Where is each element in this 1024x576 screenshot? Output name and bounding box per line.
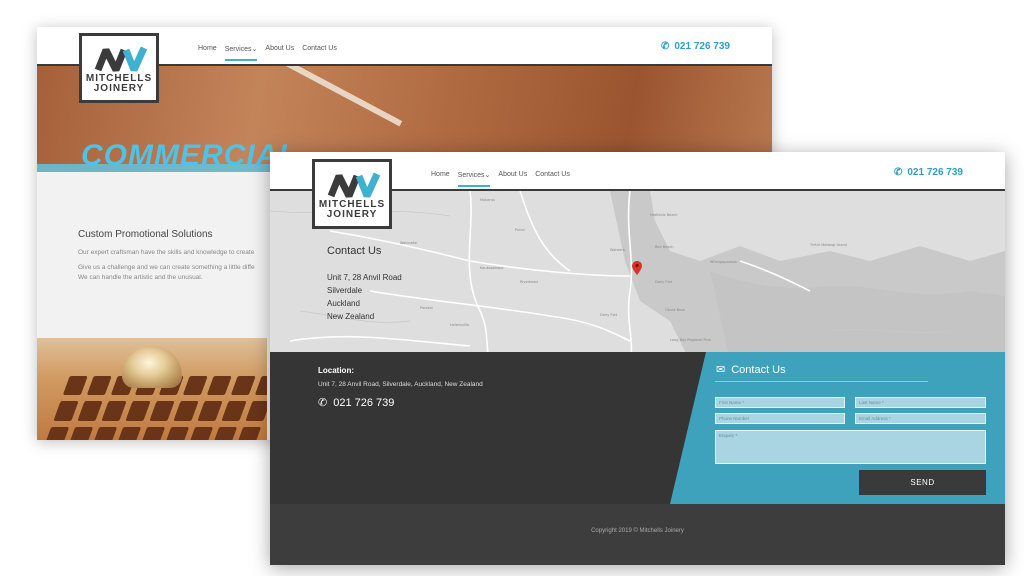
email-field[interactable]: Email Address *: [855, 413, 986, 424]
footer-phone-number: 021 726 739: [333, 396, 395, 409]
contact-form-title: ✉ Contact Us: [716, 363, 786, 377]
svg-text:Dairy Flat: Dairy Flat: [600, 313, 618, 317]
site-logo[interactable]: MITCHELLS JOINERY: [79, 33, 159, 103]
mv-logo-mark-icon: [327, 172, 381, 198]
contact-form-title-text: Contact Us: [731, 363, 786, 376]
intro-paragraph-2b: We can handle the artistic and the unusu…: [78, 273, 203, 281]
svg-text:Hatfields Beach: Hatfields Beach: [650, 213, 677, 217]
address-line-4: New Zealand: [327, 312, 375, 321]
phone-number-field[interactable]: Phone Number: [715, 413, 845, 424]
header-phone[interactable]: ✆ 021 726 739: [661, 41, 730, 52]
enquiry-field[interactable]: Enquiry *: [715, 430, 986, 464]
logo-line-2: JOINERY: [93, 83, 145, 94]
svg-text:Red Beach: Red Beach: [655, 245, 674, 249]
nav-about-us[interactable]: About Us: [498, 171, 527, 179]
svg-text:Kaukapakapa: Kaukapakapa: [480, 266, 504, 270]
address-line-2: Silverdale: [327, 286, 363, 295]
nav-services[interactable]: Services⌄: [457, 171, 490, 187]
location-block: Location: Unit 7, 28 Anvil Road, Silverd…: [318, 366, 483, 409]
glass-object: [122, 346, 182, 388]
product-image: [37, 338, 267, 440]
nav-services-label: Services: [224, 46, 252, 53]
nav-services-label: Services: [457, 172, 485, 179]
header-phone-number: 021 726 739: [907, 167, 963, 178]
nav-services[interactable]: Services⌄: [224, 45, 257, 61]
nav-home[interactable]: Home: [198, 45, 217, 53]
phone-icon: ✆: [660, 41, 670, 52]
svg-text:Tiritiri Matangi Island: Tiritiri Matangi Island: [809, 243, 847, 247]
logo-wordmark: MITCHELLS JOINERY: [86, 74, 152, 100]
address-line-1: Unit 7, 28 Anvil Road: [327, 273, 402, 282]
nav-contact-us[interactable]: Contact Us: [302, 45, 337, 53]
hero-title: COMMERCIAL: [81, 139, 298, 172]
send-button[interactable]: SEND: [859, 470, 986, 495]
envelope-icon: ✉: [716, 364, 726, 376]
intro-paragraph-2a: Give us a challenge and we can create so…: [78, 263, 255, 271]
last-name-field[interactable]: Last Name *: [855, 397, 986, 408]
nav-home[interactable]: Home: [431, 171, 450, 179]
location-address: Unit 7, 28 Anvil Road, Silverdale, Auckl…: [318, 381, 483, 388]
header-phone-number: 021 726 739: [674, 41, 730, 52]
main-nav: Home Services⌄ About Us Contact Us: [198, 45, 337, 61]
svg-text:Puhoi: Puhoi: [515, 228, 525, 232]
phone-icon: ✆: [893, 167, 903, 178]
nav-contact-us[interactable]: Contact Us: [535, 171, 570, 179]
map-contact-title: Contact Us: [327, 245, 382, 257]
site-logo[interactable]: MITCHELLS JOINERY: [312, 159, 392, 229]
svg-text:Riverhead: Riverhead: [520, 280, 538, 284]
form-divider: [715, 381, 928, 382]
address-line-3: Auckland: [327, 299, 360, 308]
hero-stripe: [267, 66, 403, 127]
svg-text:Whangaparaoa: Whangaparaoa: [710, 260, 737, 264]
svg-text:Dairy Flat: Dairy Flat: [655, 280, 673, 284]
svg-text:Makarau: Makarau: [480, 198, 495, 202]
svg-text:Helensville: Helensville: [450, 323, 469, 327]
svg-text:Okura Bush: Okura Bush: [665, 308, 685, 312]
copyright-text: Copyright 2019 © Mitchells Joinery: [591, 528, 684, 534]
svg-text:Parakai: Parakai: [420, 306, 433, 310]
mockup-stage: Home Services⌄ About Us Contact Us ✆ 021…: [0, 0, 1024, 576]
svg-text:Long Bay Regional Park: Long Bay Regional Park: [670, 338, 712, 342]
footer-bottom-bar: [270, 504, 1005, 565]
header-phone[interactable]: ✆ 021 726 739: [894, 167, 963, 178]
contact-page-window: Makarau Puhoi Kaukapakapa Waiwera Hatfie…: [270, 152, 1005, 565]
map-contact-card: Contact Us Unit 7, 28 Anvil Road Silverd…: [327, 245, 402, 323]
mv-logo-mark-icon: [94, 46, 148, 72]
logo-line-2: JOINERY: [326, 209, 378, 220]
nav-about-us[interactable]: About Us: [265, 45, 294, 53]
logo-wordmark: MITCHELLS JOINERY: [319, 200, 385, 226]
footer-phone[interactable]: ✆ 021 726 739: [318, 396, 483, 410]
first-name-field[interactable]: First Name *: [715, 397, 845, 408]
svg-text:Waioneke: Waioneke: [400, 241, 417, 245]
phone-icon: ✆: [318, 397, 328, 409]
main-nav: Home Services⌄ About Us Contact Us: [431, 171, 570, 187]
location-label: Location:: [318, 366, 354, 375]
svg-text:Waiwera: Waiwera: [610, 248, 625, 252]
